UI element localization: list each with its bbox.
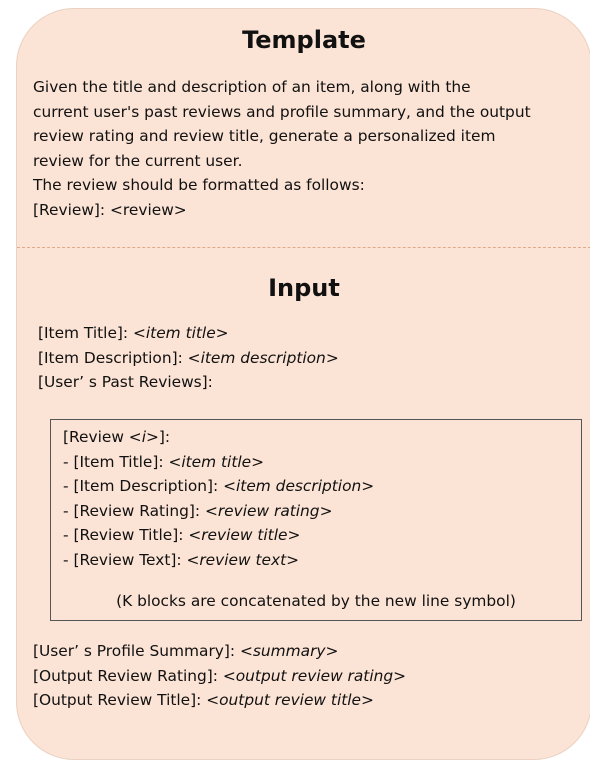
field-suffix: > (393, 666, 407, 685)
field-suffix: > (251, 452, 265, 471)
template-line: [Review]: <review> (33, 200, 187, 219)
input-field-output-title: [Output Review Title]: <output review ti… (33, 688, 406, 713)
field-placeholder: output review rating (235, 666, 394, 685)
field-suffix: >]: (146, 428, 171, 446)
field-suffix: > (319, 501, 333, 520)
input-field-item-description: [Item Description]: <item description> (38, 346, 339, 371)
field-placeholder: item title (181, 452, 252, 471)
field-label: [Item Title]: < (38, 324, 146, 342)
field-label: [Output Review Title]: < (33, 691, 220, 709)
field-suffix: > (286, 550, 300, 569)
review-block-header: [Review <i>]: (63, 425, 374, 450)
field-placeholder: review text (199, 550, 287, 569)
template-line: Given the title and description of an it… (33, 78, 471, 96)
field-suffix: > (325, 348, 339, 367)
field-label: - [Review Rating]: < (63, 501, 218, 520)
input-field-item-title: [Item Title]: <item title> (38, 321, 339, 346)
field-suffix: > (361, 691, 374, 709)
input-heading: Input (268, 274, 340, 302)
section-divider (17, 247, 590, 248)
field-label: [Review < (63, 428, 142, 446)
field-placeholder: item title (145, 324, 216, 342)
field-label: - [Review Title]: < (63, 526, 202, 544)
field-placeholder: item description (236, 477, 362, 495)
field-suffix: > (287, 526, 301, 544)
field-label: [Output Review Rating]: < (33, 666, 236, 685)
template-line: review rating and review title, generate… (33, 127, 496, 145)
template-line: The review should be formatted as follow… (33, 176, 365, 194)
review-field-review-text: - [Review Text]: <review text> (63, 548, 374, 573)
template-line: current user's past reviews and profile … (33, 102, 531, 121)
template-line: review for the current user. (33, 151, 243, 170)
field-placeholder: item description (200, 348, 326, 367)
input-fields: [Item Title]: <item title> [Item Descrip… (38, 321, 339, 395)
past-review-block: [Review <i>]: - [Item Title]: <item titl… (50, 419, 582, 621)
field-label: - [Item Description]: < (63, 477, 237, 495)
field-label: [User’ s Profile Summary]: < (33, 642, 253, 660)
field-suffix: > (325, 642, 339, 660)
field-label: - [Item Title]: < (63, 452, 182, 471)
field-label: - [Review Text]: < (63, 550, 200, 569)
review-field-item-title: - [Item Title]: <item title> (63, 450, 374, 475)
field-label: [User’ s Past Reviews]: (38, 373, 213, 391)
field-label: [Item Description]: < (38, 348, 201, 367)
review-field-review-rating: - [Review Rating]: <review rating> (63, 499, 374, 524)
field-placeholder: review rating (217, 501, 320, 520)
input-field-past-reviews: [User’ s Past Reviews]: (38, 370, 339, 395)
field-suffix: > (215, 324, 229, 342)
field-placeholder: review title (201, 526, 288, 544)
field-placeholder: summary (252, 642, 326, 660)
template-heading: Template (242, 26, 366, 54)
output-fields: [User’ s Profile Summary]: <summary> [Ou… (33, 639, 406, 713)
template-instructions: Given the title and description of an it… (33, 75, 583, 222)
review-block-fields: [Review <i>]: - [Item Title]: <item titl… (63, 425, 374, 572)
input-field-output-rating: [Output Review Rating]: <output review r… (33, 664, 406, 689)
review-field-item-description: - [Item Description]: <item description> (63, 474, 374, 499)
field-suffix: > (361, 477, 375, 495)
review-field-review-title: - [Review Title]: <review title> (63, 523, 374, 548)
prompt-template-card: Template Given the title and description… (16, 8, 590, 760)
field-placeholder: output review title (219, 691, 361, 709)
review-block-note: (K blocks are concatenated by the new li… (116, 592, 516, 610)
input-field-profile-summary: [User’ s Profile Summary]: <summary> (33, 639, 406, 664)
